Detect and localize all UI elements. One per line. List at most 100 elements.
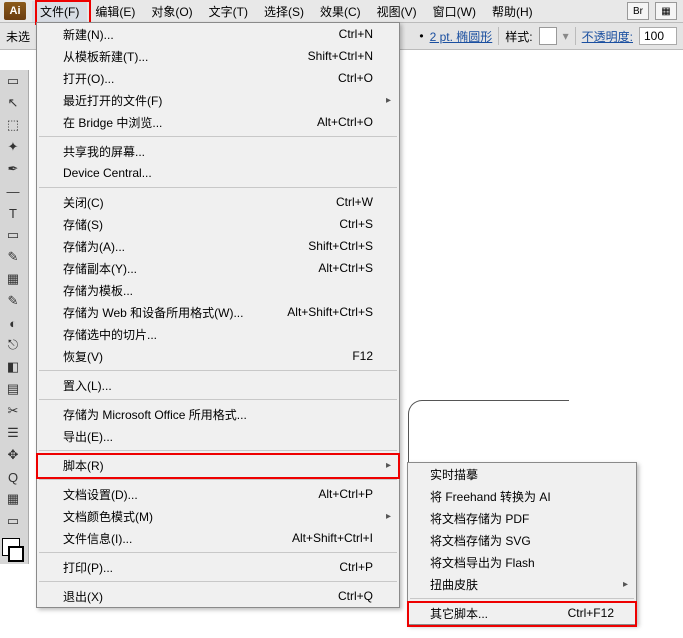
menu-item-label: 存储副本(Y)... [63,260,318,277]
tool-2[interactable]: ⬚ [0,114,26,136]
menu-separator [39,450,397,451]
menu-item-label: 存储选中的切片... [63,326,373,343]
menu-item[interactable]: 在 Bridge 中浏览...Alt+Ctrl+O [37,111,399,133]
menu-item-label: 存储为(A)... [63,238,308,255]
tool-14[interactable]: ▤ [0,378,26,400]
menu-item-shortcut: Shift+Ctrl+N [308,49,373,63]
tool-10[interactable]: ✎ [0,290,26,312]
menu-item-label: 导出(E)... [63,428,373,445]
menu-item-label: 共享我的屏幕... [63,143,373,160]
menu-item[interactable]: 打印(P)...Ctrl+P [37,556,399,578]
menu-item-label: 文档设置(D)... [63,486,318,503]
menu-2[interactable]: 对象(O) [143,1,200,22]
menu-item[interactable]: 存储为(A)...Shift+Ctrl+S [37,235,399,257]
tool-16[interactable]: ☰ [0,422,26,444]
toolbox: ▭↖⬚✦✒—T▭✎▦✎◐⎋◧▤✂☰✥Q▦▭ [0,70,29,564]
menu-item-shortcut: Ctrl+W [336,195,373,209]
menu-3[interactable]: 文字(T) [201,1,256,22]
submenu-item-other-scripts[interactable]: 其它脚本...Ctrl+F12 [408,602,636,624]
menu-item-shortcut: Shift+Ctrl+S [308,239,373,253]
style-dropdown-icon[interactable]: ▾ [563,29,569,43]
fill-stroke-swatch[interactable] [0,536,26,564]
tool-0[interactable]: ▭ [0,70,26,92]
file-dropdown-menu: 新建(N)...Ctrl+N从模板新建(T)...Shift+Ctrl+N打开(… [36,22,400,608]
menu-item[interactable]: Device Central... [37,162,399,184]
tool-19[interactable]: ▦ [0,488,26,510]
menu-item[interactable]: 置入(L)... [37,374,399,396]
tool-3[interactable]: ✦ [0,136,26,158]
menu-item[interactable]: 文件信息(I)...Alt+Shift+Ctrl+I [37,527,399,549]
submenu-item[interactable]: 将文档存储为 SVG [408,529,636,551]
tool-6[interactable]: T [0,202,26,224]
menu-item-label: 置入(L)... [63,377,373,394]
menu-item[interactable]: 存储为 Microsoft Office 所用格式... [37,403,399,425]
menu-item-label: 在 Bridge 中浏览... [63,114,317,131]
menu-item[interactable]: 关闭(C)Ctrl+W [37,191,399,213]
tool-4[interactable]: ✒ [0,158,26,180]
menu-item-label: 从模板新建(T)... [63,48,308,65]
submenu-item[interactable]: 将 Freehand 转换为 AI [408,485,636,507]
menu-item[interactable]: 最近打开的文件(F) [37,89,399,111]
tool-9[interactable]: ▦ [0,268,26,290]
menu-8[interactable]: 帮助(H) [484,1,541,22]
tool-20[interactable]: ▭ [0,510,26,532]
menu-item[interactable]: 打开(O)...Ctrl+O [37,67,399,89]
tool-17[interactable]: ✥ [0,444,26,466]
menu-6[interactable]: 视图(V) [369,1,425,22]
tool-11[interactable]: ◐ [0,312,26,334]
menu-item[interactable]: 存储为 Web 和设备所用格式(W)...Alt+Shift+Ctrl+S [37,301,399,323]
grid-icon[interactable]: ▦ [655,2,677,20]
bridge-icon[interactable]: Br [627,2,649,20]
menu-item[interactable]: 共享我的屏幕... [37,140,399,162]
menu-0[interactable]: 文件(F) [32,1,87,22]
menu-item[interactable]: 文档设置(D)...Alt+Ctrl+P [37,483,399,505]
menu-item-label: 脚本(R) [63,457,373,474]
tool-7[interactable]: ▭ [0,224,26,246]
menu-item[interactable]: 退出(X)Ctrl+Q [37,585,399,607]
menu-item[interactable]: 从模板新建(T)...Shift+Ctrl+N [37,45,399,67]
menu-item[interactable]: 导出(E)... [37,425,399,447]
submenu-item-label: 扭曲皮肤 [430,576,614,593]
style-swatch[interactable] [539,27,557,45]
menu-item-label: 文件信息(I)... [63,530,292,547]
menu-separator [39,552,397,553]
menu-item[interactable]: 存储为模板... [37,279,399,301]
submenu-item[interactable]: 实时描摹 [408,463,636,485]
opacity-input[interactable]: 100 [639,27,677,45]
menu-item-shortcut: Alt+Shift+Ctrl+S [287,305,373,319]
menu-4[interactable]: 选择(S) [256,1,312,22]
submenu-item[interactable]: 将文档导出为 Flash [408,551,636,573]
menu-item[interactable]: 新建(N)...Ctrl+N [37,23,399,45]
menu-separator [39,479,397,480]
menu-item[interactable]: 存储副本(Y)...Alt+Ctrl+S [37,257,399,279]
menu-item-label: 存储为 Microsoft Office 所用格式... [63,406,373,423]
opacity-label[interactable]: 不透明度: [582,28,633,45]
tool-1[interactable]: ↖ [0,92,26,114]
submenu-item-label: 将文档导出为 Flash [430,554,614,571]
menu-item-label: Device Central... [63,166,373,180]
stroke-preset-link[interactable]: 2 pt. 椭圆形 [430,28,493,45]
menu-item[interactable]: 存储选中的切片... [37,323,399,345]
doc-status: 未选 [6,28,30,45]
tool-15[interactable]: ✂ [0,400,26,422]
tool-12[interactable]: ⎋ [0,334,26,356]
menu-5[interactable]: 效果(C) [312,1,369,22]
submenu-item[interactable]: 扭曲皮肤 [408,573,636,595]
menu-item[interactable]: 恢复(V)F12 [37,345,399,367]
submenu-item-label: 将 Freehand 转换为 AI [430,488,614,505]
menu-item[interactable]: 文档颜色模式(M) [37,505,399,527]
menu-item-scripts[interactable]: 脚本(R) [37,454,399,476]
tool-8[interactable]: ✎ [0,246,26,268]
tool-5[interactable]: — [0,180,26,202]
tool-18[interactable]: Q [0,466,26,488]
menu-separator [39,136,397,137]
submenu-item[interactable]: 将文档存储为 PDF [408,507,636,529]
menu-item[interactable]: 存储(S)Ctrl+S [37,213,399,235]
submenu-item-label: 将文档存储为 PDF [430,510,614,527]
tool-13[interactable]: ◧ [0,356,26,378]
menu-1[interactable]: 编辑(E) [87,1,143,22]
menu-item-shortcut: Alt+Shift+Ctrl+I [292,531,373,545]
menu-separator [39,370,397,371]
menu-7[interactable]: 窗口(W) [425,1,484,22]
stroke-dot-icon: • [419,29,423,43]
